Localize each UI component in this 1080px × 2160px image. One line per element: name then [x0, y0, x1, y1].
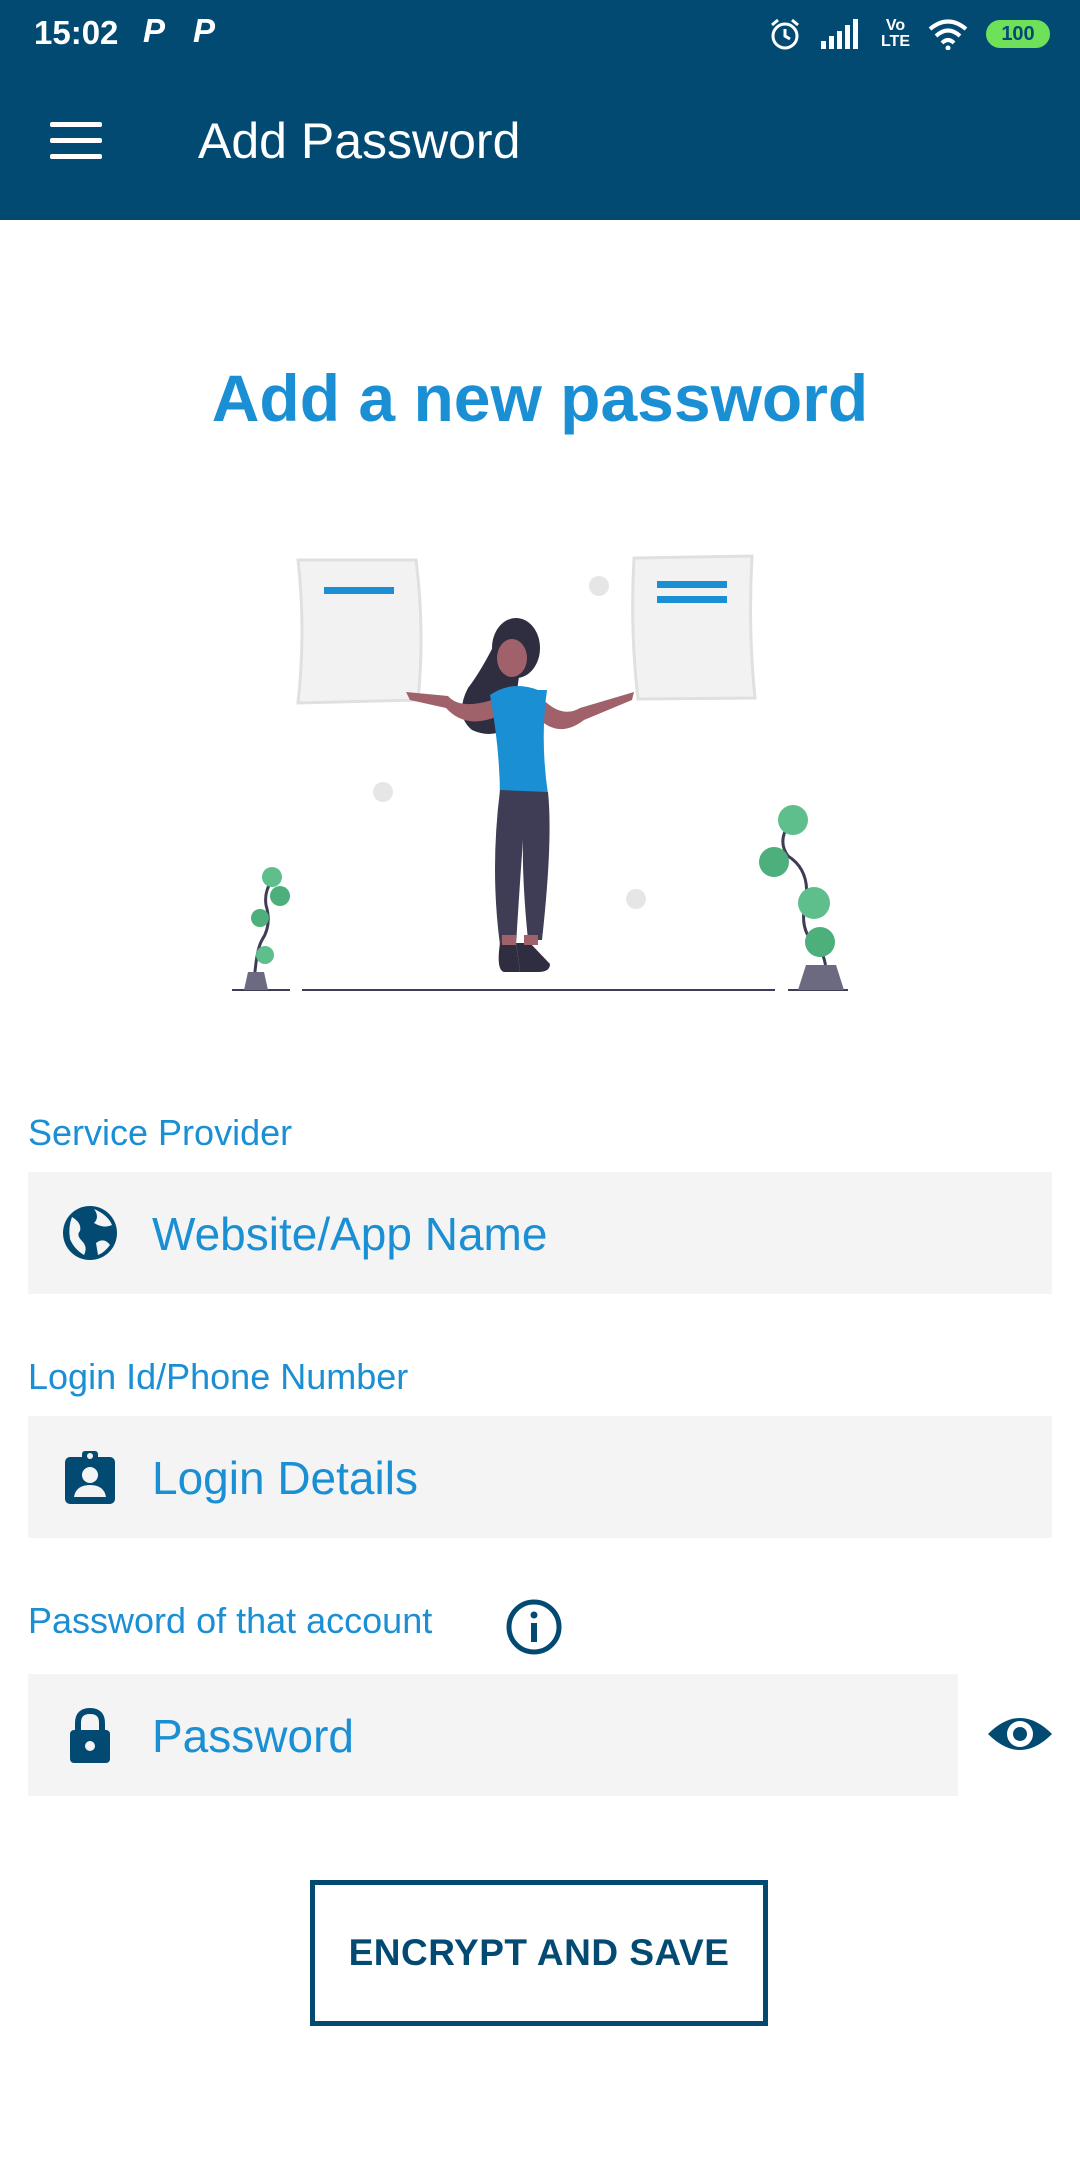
notification-p-icon: P — [143, 12, 166, 49]
signal-icon — [820, 19, 858, 49]
woman-holding-password-cards-illustration — [232, 554, 848, 991]
password-input[interactable] — [150, 1674, 1034, 1798]
login-id-label: Login Id/Phone Number — [28, 1356, 409, 1397]
eye-icon[interactable] — [984, 1698, 1056, 1770]
info-icon[interactable] — [505, 1598, 563, 1656]
service-provider-input[interactable] — [150, 1172, 1034, 1296]
login-field[interactable] — [28, 1416, 1052, 1540]
login-details-input[interactable] — [150, 1416, 1034, 1540]
volte-icon: Vo LTE — [880, 17, 910, 50]
alarm-icon — [771, 18, 799, 50]
app-bar-title: Add Password — [198, 113, 521, 169]
battery-icon: 100 — [986, 20, 1050, 48]
password-label: Password of that account — [28, 1600, 433, 1641]
encrypt-and-save-button[interactable]: ENCRYPT AND SAVE — [310, 1880, 768, 2026]
password-field[interactable] — [28, 1674, 1034, 1798]
globe-icon — [63, 1206, 117, 1260]
lock-icon — [70, 1707, 110, 1763]
service-provider-label: Service Provider — [28, 1112, 293, 1153]
contact-badge-icon — [65, 1451, 115, 1504]
app-bar: Add Password — [0, 66, 1080, 220]
page-headline: Add a new password — [211, 361, 869, 435]
wifi-icon — [928, 19, 968, 50]
notification-p-icon: P — [193, 12, 216, 49]
status-bar: 15:02 P P Vo LTE 100 — [0, 0, 1080, 66]
service-provider-field[interactable] — [28, 1172, 1052, 1296]
status-time: 15:02 — [34, 14, 119, 51]
hamburger-menu-icon[interactable] — [40, 116, 102, 166]
